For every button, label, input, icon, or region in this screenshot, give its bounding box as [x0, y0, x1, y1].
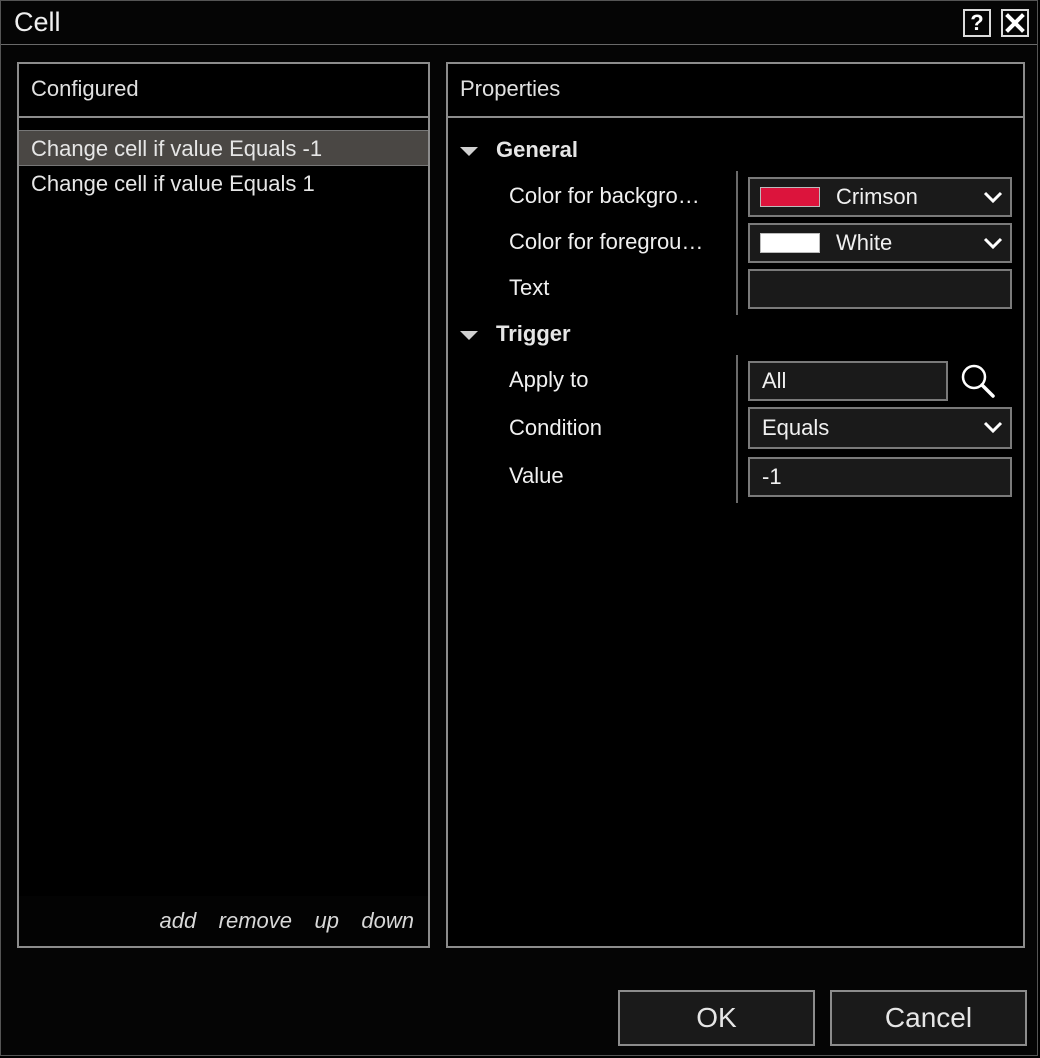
value-input[interactable]: -1 [748, 457, 1012, 497]
properties-header: Properties [448, 64, 1023, 118]
title-bar: Cell ? [1, 1, 1037, 45]
cell-dialog: Cell ? Configured Change cell if value E… [0, 0, 1038, 1056]
background-color-label: Color for backgro… [509, 183, 700, 208]
add-link[interactable]: add [159, 896, 196, 946]
background-color-dropdown[interactable]: Crimson [748, 177, 1012, 217]
category-general[interactable]: General [460, 132, 578, 168]
category-trigger[interactable]: Trigger [460, 316, 571, 352]
properties-panel: Properties General Color for backgro… Cr… [446, 62, 1025, 948]
foreground-color-label: Color for foregrou… [509, 229, 704, 254]
column-divider[interactable] [736, 171, 738, 315]
list-item[interactable]: Change cell if value Equals -1 [19, 130, 428, 166]
foreground-color-dropdown[interactable]: White [748, 223, 1012, 263]
window-title: Cell [14, 7, 61, 37]
list-actions: add remove up down [19, 896, 428, 946]
column-divider[interactable] [736, 355, 738, 503]
apply-to-label: Apply to [509, 367, 589, 392]
configured-panel: Configured Change cell if value Equals -… [17, 62, 430, 948]
cancel-button[interactable]: Cancel [830, 990, 1027, 1046]
apply-to-field[interactable]: All [748, 361, 948, 401]
chevron-down-icon [983, 237, 1003, 250]
collapse-triangle-icon [460, 146, 478, 156]
condition-label: Condition [509, 415, 602, 440]
value-label: Value [509, 463, 564, 488]
background-color-swatch [760, 187, 820, 207]
list-item[interactable]: Change cell if value Equals 1 [19, 166, 428, 202]
category-general-label: General [496, 137, 578, 162]
chevron-down-icon [983, 191, 1003, 204]
close-button[interactable] [1001, 9, 1029, 37]
condition-value: Equals [762, 415, 830, 440]
configured-header: Configured [19, 64, 428, 118]
background-color-value: Crimson [836, 184, 918, 209]
foreground-color-value: White [836, 230, 893, 255]
configured-list: Change cell if value Equals -1 Change ce… [19, 130, 428, 202]
condition-dropdown[interactable]: Equals [748, 407, 1012, 449]
down-link[interactable]: down [361, 896, 414, 946]
foreground-color-swatch [760, 233, 820, 253]
collapse-triangle-icon [460, 330, 478, 340]
text-input[interactable] [748, 269, 1012, 309]
remove-link[interactable]: remove [219, 896, 292, 946]
ok-button[interactable]: OK [618, 990, 815, 1046]
close-icon [1005, 13, 1025, 33]
search-icon[interactable] [958, 361, 998, 401]
category-trigger-label: Trigger [496, 321, 571, 346]
up-link[interactable]: up [314, 896, 338, 946]
chevron-down-icon [983, 421, 1003, 434]
text-label: Text [509, 275, 550, 300]
help-button[interactable]: ? [963, 9, 991, 37]
